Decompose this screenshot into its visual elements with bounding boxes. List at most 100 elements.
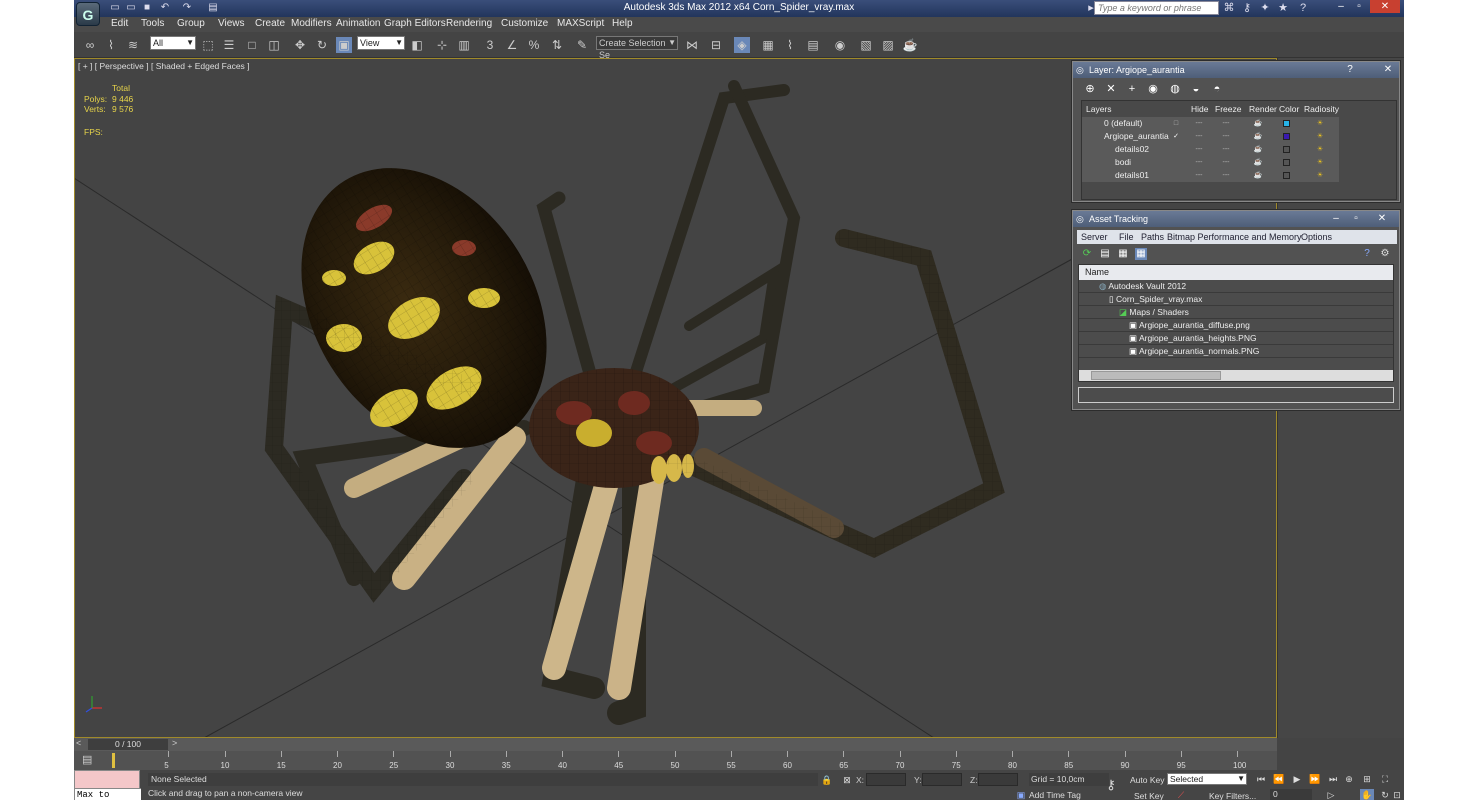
binoculars-icon[interactable]: ⌘: [1222, 1, 1236, 15]
menu-views[interactable]: Views: [218, 18, 245, 29]
previous-frame-icon[interactable]: ⏪: [1272, 773, 1286, 785]
maxscript-listener-mini[interactable]: Max to Physc:: [74, 770, 141, 800]
scrollbar-thumb[interactable]: [1091, 371, 1221, 380]
asset-row[interactable]: ▯ Corn_Spider_vray.max: [1079, 293, 1393, 306]
current-frame-field[interactable]: 0: [1270, 789, 1312, 800]
layer-row[interactable]: bodi --- --- ☕ ☀: [1082, 156, 1339, 169]
freeze-toggle[interactable]: ---: [1221, 158, 1231, 167]
bind-space-warp-icon[interactable]: ≋: [125, 37, 141, 53]
radiosity-icon[interactable]: ☀: [1315, 158, 1325, 167]
field-of-view-icon[interactable]: ▷: [1324, 789, 1338, 800]
move-icon[interactable]: ✥: [292, 37, 308, 53]
menu-maxscript[interactable]: MAXScript: [557, 18, 604, 29]
render-setup-icon[interactable]: ▧: [858, 37, 874, 53]
create-layer-icon[interactable]: ⊕: [1083, 82, 1097, 96]
rotate-icon[interactable]: ↻: [314, 37, 330, 53]
dialog-maximize-button[interactable]: ▫: [1349, 212, 1363, 225]
current-layer-check-icon[interactable]: ✓: [1171, 132, 1181, 141]
hide-toggle[interactable]: ---: [1194, 171, 1204, 180]
options-icon[interactable]: ⚙: [1379, 248, 1391, 260]
selection-filter-dropdown[interactable]: All ▼: [150, 36, 196, 50]
spinner-snap-icon[interactable]: ⇅: [549, 37, 565, 53]
unlink-icon[interactable]: ⌇: [103, 37, 119, 53]
time-slider-thumb[interactable]: 0 / 100: [88, 739, 168, 750]
asset-row[interactable]: ▣ Argiope_aurantia_diffuse.png: [1079, 319, 1393, 332]
prev-frame-icon[interactable]: <: [76, 738, 81, 748]
maximize-viewport-icon[interactable]: ⊡: [1390, 789, 1404, 800]
col-layers[interactable]: Layers: [1086, 104, 1112, 114]
layer-row[interactable]: 0 (default) □ --- --- ☕ ☀: [1082, 117, 1339, 130]
render-teapot-icon[interactable]: ☕: [1253, 158, 1263, 167]
current-frame-marker[interactable]: [112, 753, 115, 768]
layer-color-swatch[interactable]: [1283, 120, 1290, 127]
mirror-icon[interactable]: ⋈: [684, 37, 700, 53]
key-selection-dropdown[interactable]: Selected ▼: [1167, 773, 1247, 785]
freeze-all-layers-icon[interactable]: ◓: [1210, 82, 1224, 96]
align-icon[interactable]: ⊟: [708, 37, 724, 53]
current-layer-box-icon[interactable]: □: [1171, 119, 1181, 128]
asset-row[interactable]: ◪ Maps / Shaders: [1079, 306, 1393, 319]
zoom-icon[interactable]: ⊕: [1342, 773, 1356, 785]
delete-layer-icon[interactable]: ✕: [1104, 82, 1118, 96]
go-to-start-icon[interactable]: ⏮: [1254, 773, 1268, 785]
application-menu-button[interactable]: G: [76, 2, 100, 26]
menu-rendering[interactable]: Rendering: [446, 18, 492, 29]
render-teapot-icon[interactable]: ☕: [1253, 145, 1263, 154]
asset-row[interactable]: ▣ Argiope_aurantia_heights.PNG: [1079, 332, 1393, 345]
col-render[interactable]: Render: [1249, 104, 1277, 114]
percent-snap-icon[interactable]: %: [526, 37, 542, 53]
select-by-name-icon[interactable]: ☰: [221, 37, 237, 53]
asset-menu-bitmap[interactable]: Bitmap Performance and Memory: [1167, 232, 1302, 242]
layer-color-swatch[interactable]: [1283, 172, 1290, 179]
schematic-view-icon[interactable]: ▤: [805, 37, 821, 53]
menu-group[interactable]: Group: [177, 18, 205, 29]
select-in-layer-icon[interactable]: ◉: [1146, 82, 1160, 96]
favorites-star-icon[interactable]: ★: [1276, 1, 1290, 15]
asset-menu-options[interactable]: Options: [1301, 232, 1332, 242]
highlight-layer-icon[interactable]: ◍: [1168, 82, 1182, 96]
absolute-mode-icon[interactable]: ⊠: [840, 774, 854, 786]
help-icon[interactable]: ?: [1361, 248, 1373, 260]
next-frame-icon[interactable]: ⏩: [1308, 773, 1322, 785]
menu-help[interactable]: Help: [612, 18, 633, 29]
table-view-icon[interactable]: ▦: [1135, 248, 1147, 260]
reference-coordinate-dropdown[interactable]: View ▼: [357, 36, 405, 50]
col-radiosity[interactable]: Radiosity: [1304, 104, 1339, 114]
rendered-frame-window-icon[interactable]: ▨: [880, 37, 896, 53]
keyboard-shortcut-toggle-icon[interactable]: ▥: [456, 37, 472, 53]
pan-view-icon[interactable]: ✋: [1360, 789, 1374, 800]
layer-row[interactable]: details02 --- --- ☕ ☀: [1082, 143, 1339, 156]
angle-snap-icon[interactable]: ∠: [504, 37, 520, 53]
freeze-toggle[interactable]: ---: [1221, 119, 1231, 128]
dialog-minimize-button[interactable]: –: [1329, 212, 1343, 225]
freeze-toggle[interactable]: ---: [1221, 171, 1231, 180]
col-name[interactable]: Name: [1079, 265, 1393, 280]
render-teapot-icon[interactable]: ☕: [1253, 119, 1263, 128]
dialog-close-button[interactable]: ✕: [1381, 63, 1395, 76]
scale-icon[interactable]: ▣: [336, 37, 352, 53]
asset-row[interactable]: ▣ Argiope_aurantia_normals.PNG: [1079, 345, 1393, 358]
time-slider[interactable]: < 0 / 100 >: [74, 738, 1277, 751]
hide-toggle[interactable]: ---: [1194, 119, 1204, 128]
set-key-button[interactable]: Set Key: [1134, 791, 1164, 800]
refresh-icon[interactable]: ⟳: [1081, 248, 1093, 260]
select-manipulate-icon[interactable]: ⊹: [434, 37, 450, 53]
communication-icon[interactable]: ✦: [1258, 1, 1272, 15]
zoom-all-icon[interactable]: ⊞: [1360, 773, 1374, 785]
asset-row[interactable]: ◍ Autodesk Vault 2012: [1079, 280, 1393, 293]
y-coordinate-field[interactable]: [922, 773, 962, 786]
asset-menu-file[interactable]: File: [1119, 232, 1134, 242]
x-coordinate-field[interactable]: [866, 773, 906, 786]
maximize-button[interactable]: ▫: [1350, 0, 1368, 13]
time-tag-icon[interactable]: ▣: [1014, 789, 1028, 800]
hide-toggle[interactable]: ---: [1194, 145, 1204, 154]
hide-toggle[interactable]: ---: [1194, 132, 1204, 141]
curve-editor-icon[interactable]: ⌇: [782, 37, 798, 53]
link-icon[interactable]: ∞: [82, 37, 98, 53]
key-icon[interactable]: ⚷: [1240, 1, 1254, 15]
next-frame-icon[interactable]: >: [172, 738, 177, 748]
search-input[interactable]: Type a keyword or phrase: [1094, 1, 1219, 15]
dialog-help-icon[interactable]: ?: [1343, 63, 1357, 76]
play-icon[interactable]: ▶: [1290, 773, 1304, 785]
layer-color-swatch[interactable]: [1283, 159, 1290, 166]
